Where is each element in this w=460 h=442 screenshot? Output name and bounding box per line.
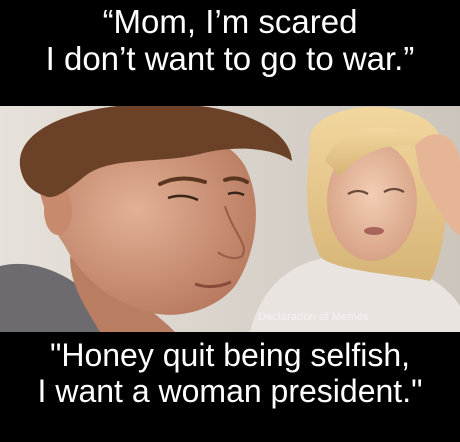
top-caption-line-1: “Mom, I’m scared [102, 3, 358, 40]
bottom-caption-line-2: I want a woman president." [37, 372, 423, 409]
watermark: Declaration of Memes [258, 311, 369, 323]
top-caption: “Mom, I’m scared I don’t want to go to w… [0, 3, 460, 106]
bottom-caption-line-1: "Honey quit being selfish, [49, 337, 410, 373]
bottom-caption: "Honey quit being selfish, I want a woma… [0, 337, 460, 438]
photo-illustration [0, 106, 460, 332]
meme-image: “Mom, I’m scared I don’t want to go to w… [0, 0, 460, 442]
mother-mouth [364, 227, 384, 235]
photo: Declaration of Memes [0, 106, 460, 332]
top-caption-line-2: I don’t want to go to war.” [45, 39, 415, 77]
